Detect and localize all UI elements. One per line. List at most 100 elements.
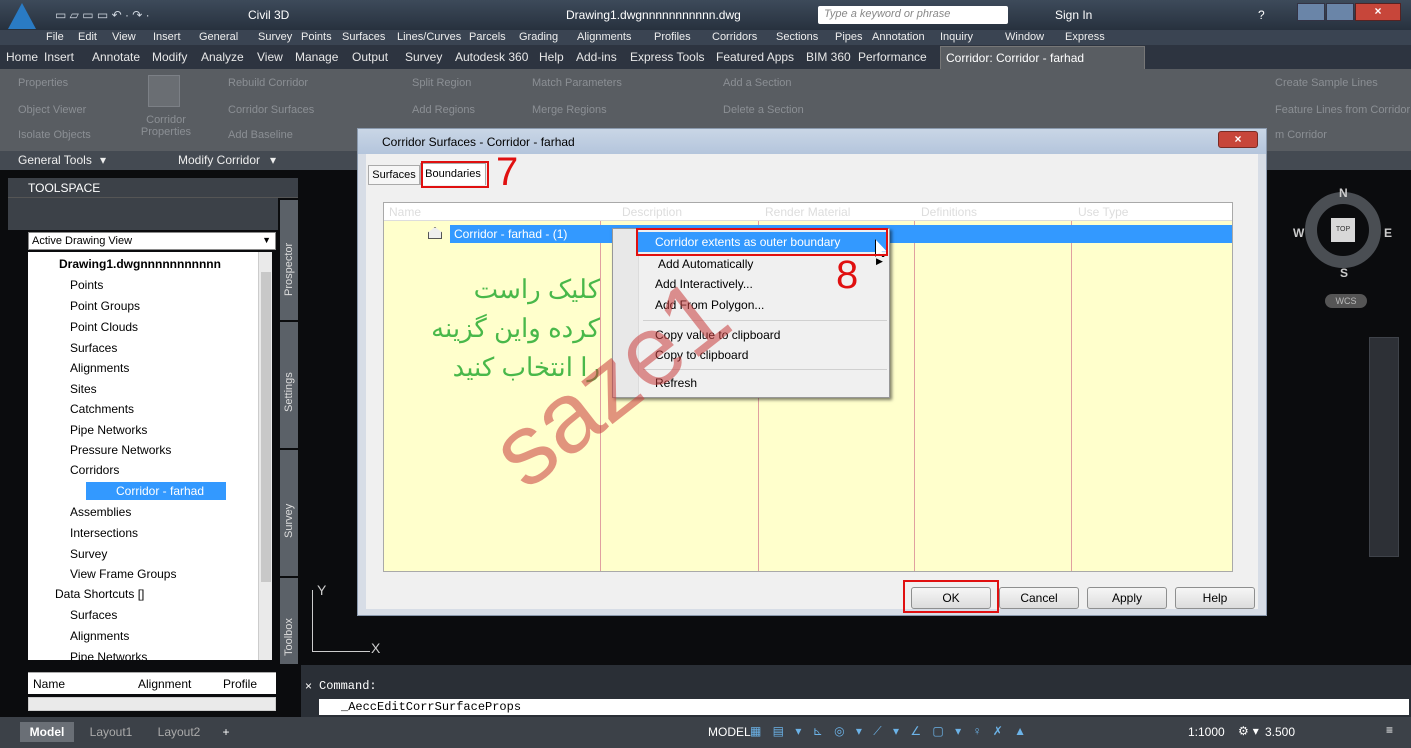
from-corridor-button[interactable]: m Corridor	[1275, 129, 1327, 141]
object-viewer-button[interactable]: Object Viewer	[18, 104, 86, 116]
search-input[interactable]: Type a keyword or phrase	[818, 6, 1008, 24]
tree-survey[interactable]: Survey	[70, 547, 107, 561]
isolate-objects-button[interactable]: Isolate Objects	[18, 129, 91, 141]
tree-pressure-networks[interactable]: Pressure Networks	[70, 443, 171, 457]
tree-point-clouds[interactable]: Point Clouds	[70, 320, 138, 334]
menu-pipes[interactable]: Pipes	[835, 31, 863, 43]
menu-express[interactable]: Express	[1065, 31, 1105, 43]
sign-in-button[interactable]: Sign In	[1055, 8, 1092, 22]
menu-annotation[interactable]: Annotation	[872, 31, 925, 43]
general-tools-dropdown-icon[interactable]: ▾	[100, 153, 106, 167]
add-regions-button[interactable]: Add Regions	[412, 104, 475, 116]
tree-sites[interactable]: Sites	[70, 382, 97, 396]
properties-button[interactable]: Properties	[18, 77, 68, 89]
menu-grading[interactable]: Grading	[519, 31, 558, 43]
tab-toolbox[interactable]: Toolbox	[280, 578, 298, 664]
chevron-down-icon[interactable]: ▼	[262, 235, 271, 245]
menu-surfaces[interactable]: Surfaces	[342, 31, 385, 43]
tab-featured-apps[interactable]: Featured Apps	[716, 50, 794, 64]
tab-survey-side[interactable]: Survey	[280, 450, 298, 576]
rebuild-corridor-button[interactable]: Rebuild Corridor	[228, 77, 308, 89]
menu-insert[interactable]: Insert	[153, 31, 181, 43]
tab-add-ins[interactable]: Add-ins	[576, 50, 617, 64]
tab-manage[interactable]: Manage	[295, 50, 338, 64]
tab-prospector[interactable]: Prospector	[280, 200, 298, 320]
command-input[interactable]: _AeccEditCorrSurfaceProps	[319, 699, 1409, 715]
elevation-value[interactable]: 3.500	[1265, 725, 1295, 739]
tab-performance[interactable]: Performance	[858, 50, 927, 64]
corridor-properties-button[interactable]: Corridor Properties	[138, 114, 194, 138]
tree-surfaces[interactable]: Surfaces	[70, 341, 117, 355]
dialog-title-bar[interactable]: Corridor Surfaces - Corridor - farhad ×	[358, 129, 1266, 154]
tree-ds-surfaces[interactable]: Surfaces	[70, 608, 117, 622]
apply-button[interactable]: Apply	[1087, 587, 1167, 609]
list-hscrollbar[interactable]	[28, 697, 276, 711]
maximize-button[interactable]	[1326, 3, 1354, 21]
menu-edit[interactable]: Edit	[78, 31, 97, 43]
viewcube-top-face[interactable]: TOP	[1331, 218, 1355, 242]
tree-scrollbar[interactable]	[258, 252, 272, 660]
model-space-button[interactable]: MODEL	[708, 725, 751, 739]
tree-ds-alignments[interactable]: Alignments	[70, 629, 129, 643]
help-button[interactable]: Help	[1175, 587, 1255, 609]
wcs-button[interactable]: WCS	[1325, 294, 1367, 308]
app-logo-icon[interactable]	[8, 3, 36, 29]
tree-catchments[interactable]: Catchments	[70, 402, 134, 416]
tree-ds-pipe-networks[interactable]: Pipe Networks	[70, 650, 147, 660]
add-layout-button[interactable]: +	[216, 722, 236, 742]
quick-access-icons[interactable]: ▭ ▱ ▭ ▭ ↶ · ↷ ·	[55, 8, 150, 22]
navigation-bar[interactable]	[1369, 337, 1399, 557]
tree-drawing[interactable]: Drawing1.dwgnnnnnnnnnnn	[59, 257, 221, 271]
tab-corridor-active[interactable]: Corridor: Corridor - farhad	[940, 46, 1145, 69]
add-section-button[interactable]: Add a Section	[723, 77, 792, 89]
minimize-button[interactable]	[1297, 3, 1325, 21]
create-sample-lines-button[interactable]: Create Sample Lines	[1275, 77, 1378, 89]
tab-layout2[interactable]: Layout2	[148, 722, 210, 742]
corridor-properties-icon[interactable]	[148, 75, 180, 107]
command-close-icon[interactable]: ×	[305, 679, 312, 693]
tab-layout1[interactable]: Layout1	[80, 722, 142, 742]
general-tools-panel[interactable]: General Tools	[18, 153, 92, 167]
tab-autodesk-360[interactable]: Autodesk 360	[455, 50, 528, 64]
prospector-tree[interactable]: Drawing1.dwgnnnnnnnnnnn Points Point Gro…	[28, 252, 272, 660]
menu-general[interactable]: General	[199, 31, 238, 43]
match-parameters-button[interactable]: Match Parameters	[532, 77, 622, 89]
modify-corridor-dropdown-icon[interactable]: ▾	[270, 153, 276, 167]
menu-inquiry[interactable]: Inquiry	[940, 31, 973, 43]
tab-home[interactable]: Home	[6, 50, 38, 64]
menu-profiles[interactable]: Profiles	[654, 31, 691, 43]
tree-point-groups[interactable]: Point Groups	[70, 299, 140, 313]
menu-parcels[interactable]: Parcels	[469, 31, 506, 43]
col-description[interactable]: Description	[600, 203, 758, 221]
menu-view[interactable]: View	[112, 31, 136, 43]
tab-survey[interactable]: Survey	[405, 50, 442, 64]
status-icons[interactable]: ▦ ▤ ▾ ⊾ ◎ ▾ ⟋ ▾ ∠ ▢ ▾ ♀ ✗ ▲	[750, 724, 1030, 739]
close-button[interactable]: ×	[1355, 3, 1401, 21]
col-definitions[interactable]: Definitions	[914, 203, 1071, 221]
tree-corridors[interactable]: Corridors	[70, 463, 119, 477]
corridor-surfaces-button[interactable]: Corridor Surfaces	[228, 104, 314, 116]
tab-modify[interactable]: Modify	[152, 50, 187, 64]
settings-icons[interactable]: ⚙▾	[1238, 724, 1263, 738]
tab-annotate[interactable]: Annotate	[92, 50, 140, 64]
add-baseline-button[interactable]: Add Baseline	[228, 129, 293, 141]
menu-sections[interactable]: Sections	[776, 31, 818, 43]
annotation-scale[interactable]: 1:1000	[1188, 725, 1225, 739]
menu-corridors[interactable]: Corridors	[712, 31, 757, 43]
dialog-close-button[interactable]: ×	[1218, 131, 1258, 148]
active-view-select[interactable]: Active Drawing View ▼	[28, 232, 276, 250]
menu-points[interactable]: Points	[301, 31, 332, 43]
col-render-material[interactable]: Render Material	[758, 203, 914, 221]
menu-file[interactable]: File	[46, 31, 64, 43]
viewcube-compass[interactable]: TOP	[1305, 192, 1381, 268]
tree-data-shortcuts[interactable]: Data Shortcuts []	[55, 587, 144, 601]
menu-survey[interactable]: Survey	[258, 31, 292, 43]
tab-settings[interactable]: Settings	[280, 322, 298, 448]
col-use-type[interactable]: Use Type	[1071, 203, 1232, 221]
modify-corridor-panel[interactable]: Modify Corridor	[178, 153, 260, 167]
menu-icon[interactable]: ≡	[1386, 723, 1393, 737]
tree-pipe-networks[interactable]: Pipe Networks	[70, 423, 147, 437]
tree-intersections[interactable]: Intersections	[70, 526, 138, 540]
tab-model[interactable]: Model	[20, 722, 74, 742]
tree-view-frame-groups[interactable]: View Frame Groups	[70, 567, 176, 581]
